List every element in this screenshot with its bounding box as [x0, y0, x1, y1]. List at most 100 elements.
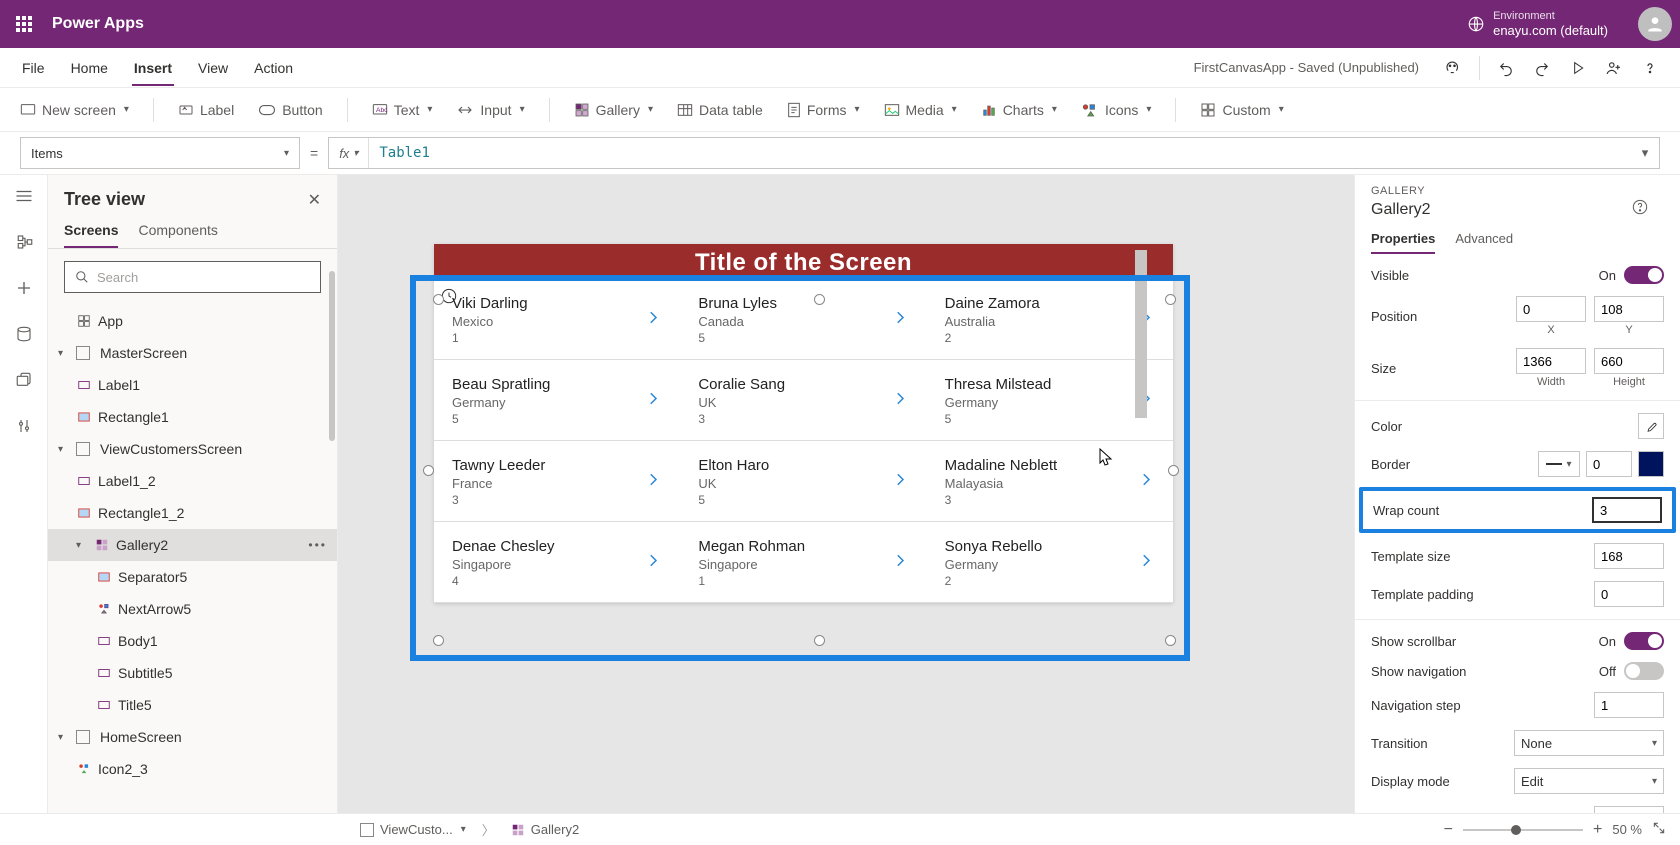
- chevron-right-icon[interactable]: [644, 471, 662, 492]
- template-padding-input[interactable]: [1594, 581, 1664, 607]
- close-icon[interactable]: ✕: [308, 190, 321, 210]
- gallery-item[interactable]: Beau SpratlingGermany5: [434, 360, 680, 440]
- menu-view[interactable]: View: [196, 50, 230, 86]
- user-avatar[interactable]: [1638, 7, 1672, 41]
- gallery-scrollbar[interactable]: [1135, 250, 1147, 418]
- tree-item-app[interactable]: App: [48, 305, 337, 337]
- tree-item-viewcustomers[interactable]: ▾ViewCustomersScreen: [48, 433, 337, 465]
- share-icon[interactable]: [1604, 58, 1624, 78]
- insert-text-button[interactable]: AbcText▾: [372, 102, 433, 118]
- menu-home[interactable]: Home: [69, 50, 110, 86]
- tree-item-separator5[interactable]: Separator5: [48, 561, 337, 593]
- show-scrollbar-toggle[interactable]: [1624, 632, 1664, 650]
- menu-action[interactable]: Action: [252, 50, 295, 86]
- chevron-right-icon[interactable]: [1137, 552, 1155, 573]
- resize-handle[interactable]: [423, 465, 434, 476]
- border-style-picker[interactable]: ▾: [1538, 451, 1580, 477]
- menu-file[interactable]: File: [20, 50, 47, 86]
- chevron-right-icon[interactable]: [644, 309, 662, 330]
- resize-handle[interactable]: [814, 635, 825, 646]
- size-width-input[interactable]: [1516, 348, 1586, 374]
- wrap-count-input[interactable]: [1592, 497, 1662, 523]
- position-y-input[interactable]: [1594, 296, 1664, 322]
- help-icon[interactable]: [1632, 199, 1648, 218]
- play-icon[interactable]: [1568, 58, 1588, 78]
- app-checker-icon[interactable]: [1443, 58, 1463, 78]
- gallery-control[interactable]: Viki DarlingMexico1Bruna LylesCanada5Dai…: [434, 279, 1173, 603]
- gallery-item[interactable]: Megan RohmanSingapore1: [680, 522, 926, 602]
- template-size-input[interactable]: [1594, 543, 1664, 569]
- show-navigation-toggle[interactable]: [1624, 662, 1664, 680]
- gallery-item[interactable]: Sonya RebelloGermany2: [927, 522, 1173, 602]
- insert-data-table-button[interactable]: Data table: [677, 102, 763, 118]
- position-x-input[interactable]: [1516, 296, 1586, 322]
- display-mode-select[interactable]: Edit▾: [1514, 768, 1664, 794]
- tab-screens[interactable]: Screens: [64, 222, 118, 248]
- tree-item-icon2-3[interactable]: Icon2_3: [48, 753, 337, 785]
- tab-properties[interactable]: Properties: [1371, 231, 1435, 254]
- chevron-right-icon[interactable]: [891, 390, 909, 411]
- app-launcher-icon[interactable]: [8, 8, 40, 40]
- gallery-item[interactable]: Bruna LylesCanada5: [680, 279, 926, 359]
- visible-toggle[interactable]: [1624, 266, 1664, 284]
- help-icon[interactable]: [1640, 58, 1660, 78]
- menu-insert[interactable]: Insert: [132, 50, 174, 86]
- tree-item-nextarrow5[interactable]: NextArrow5: [48, 593, 337, 625]
- breadcrumb-screen[interactable]: ViewCusto...▾: [354, 820, 472, 839]
- undo-icon[interactable]: [1496, 58, 1516, 78]
- resize-handle[interactable]: [433, 294, 444, 305]
- redo-icon[interactable]: [1532, 58, 1552, 78]
- advanced-tools-icon[interactable]: [13, 415, 35, 437]
- tab-advanced[interactable]: Advanced: [1455, 231, 1513, 254]
- tree-view-icon[interactable]: [13, 231, 35, 253]
- breadcrumb-control[interactable]: Gallery2: [505, 820, 585, 839]
- property-selector[interactable]: Items ▾: [20, 137, 300, 169]
- tree-item-gallery2[interactable]: ▾Gallery2•••: [48, 529, 337, 561]
- tree-item-body1[interactable]: Body1: [48, 625, 337, 657]
- insert-gallery-button[interactable]: Gallery▾: [574, 102, 653, 118]
- resize-handle[interactable]: [814, 294, 825, 305]
- color-picker[interactable]: [1638, 413, 1664, 439]
- insert-input-button[interactable]: Input▾: [456, 102, 524, 118]
- navigation-step-input[interactable]: [1594, 692, 1664, 718]
- insert-forms-button[interactable]: Forms▾: [787, 102, 860, 118]
- gallery-item[interactable]: Coralie SangUK3: [680, 360, 926, 440]
- canvas-area[interactable]: Title of the Screen Viki DarlingMexico1B…: [338, 175, 1354, 813]
- transition-select[interactable]: None▾: [1514, 730, 1664, 756]
- tree-item-label1[interactable]: Label1: [48, 369, 337, 401]
- tree-item-rectangle1[interactable]: Rectangle1: [48, 401, 337, 433]
- insert-icons-button[interactable]: Icons▾: [1081, 102, 1152, 118]
- formula-expand-icon[interactable]: ▾: [1631, 145, 1659, 161]
- border-width-input[interactable]: [1586, 451, 1632, 477]
- tree-item-subtitle5[interactable]: Subtitle5: [48, 657, 337, 689]
- media-rail-icon[interactable]: [13, 369, 35, 391]
- scrollbar[interactable]: [329, 271, 335, 441]
- resize-handle[interactable]: [433, 635, 444, 646]
- chevron-right-icon[interactable]: [1137, 471, 1155, 492]
- chevron-right-icon[interactable]: [644, 552, 662, 573]
- tree-item-homescreen[interactable]: ▾HomeScreen: [48, 721, 337, 753]
- resize-handle[interactable]: [1165, 294, 1176, 305]
- border-color-picker[interactable]: [1638, 451, 1664, 477]
- tab-components[interactable]: Components: [138, 222, 217, 248]
- insert-rail-icon[interactable]: [13, 277, 35, 299]
- chevron-right-icon[interactable]: [644, 390, 662, 411]
- tree-item-rectangle1-2[interactable]: Rectangle1_2: [48, 497, 337, 529]
- zoom-slider[interactable]: [1463, 829, 1583, 831]
- gallery-item[interactable]: Madaline NeblettMalayasia3: [927, 441, 1173, 521]
- gallery-item[interactable]: Elton HaroUK5: [680, 441, 926, 521]
- zoom-in-icon[interactable]: +: [1593, 821, 1602, 839]
- resize-handle[interactable]: [1165, 635, 1176, 646]
- environment-picker[interactable]: Environment enayu.com (default): [1467, 10, 1608, 39]
- size-height-input[interactable]: [1594, 348, 1664, 374]
- formula-input[interactable]: fx▾ Table1 ▾: [328, 137, 1660, 169]
- fit-to-screen-icon[interactable]: [1652, 821, 1666, 838]
- chevron-right-icon[interactable]: [891, 471, 909, 492]
- insert-button-button[interactable]: Button: [258, 102, 322, 118]
- insert-charts-button[interactable]: Charts▾: [981, 102, 1057, 118]
- data-rail-icon[interactable]: [13, 323, 35, 345]
- tree-item-title5[interactable]: Title5: [48, 689, 337, 721]
- resize-handle[interactable]: [1168, 465, 1179, 476]
- insert-custom-button[interactable]: Custom▾: [1200, 102, 1283, 118]
- new-screen-button[interactable]: New screen▾: [20, 102, 129, 118]
